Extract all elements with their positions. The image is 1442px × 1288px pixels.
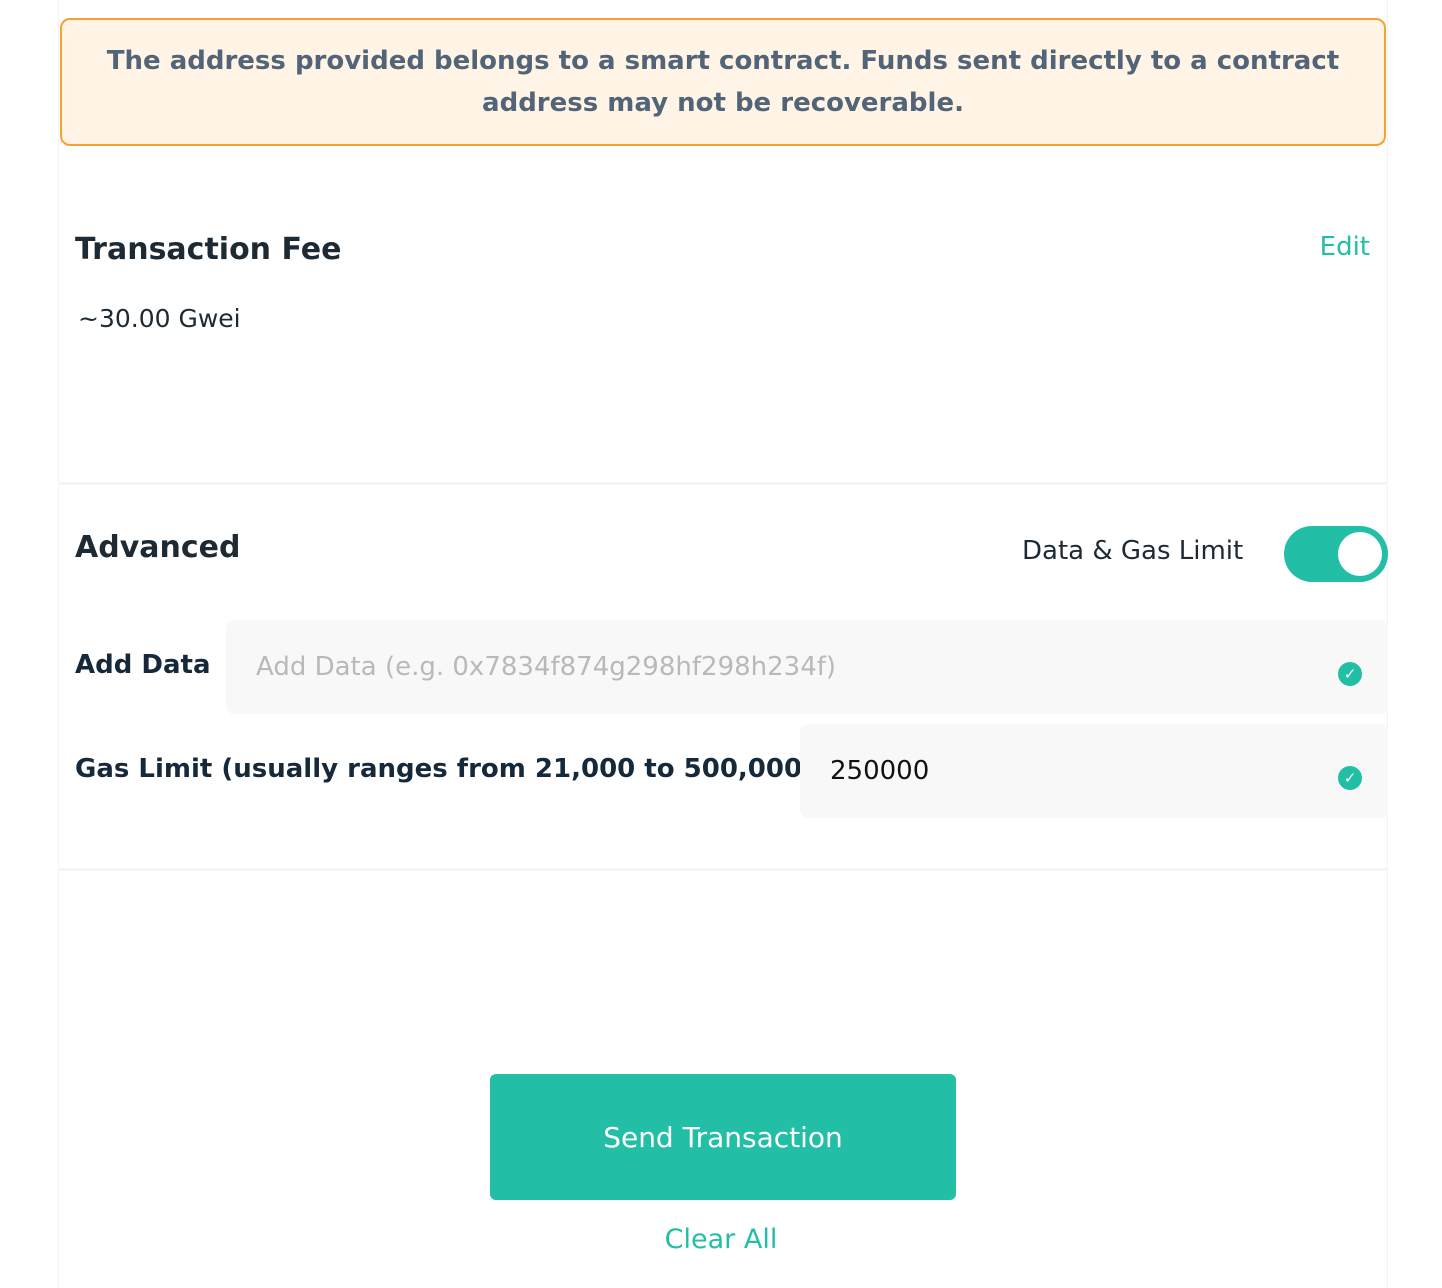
gas-limit-value: 250000: [830, 756, 930, 786]
send-transaction-button[interactable]: Send Transaction: [490, 1074, 956, 1200]
gas-limit-label: Gas Limit (usually ranges from 21,000 to…: [75, 754, 814, 784]
add-data-input[interactable]: Add Data (e.g. 0x7834f874g298hf298h234f)…: [226, 620, 1388, 714]
add-data-placeholder: Add Data (e.g. 0x7834f874g298hf298h234f): [256, 652, 837, 682]
divider: [58, 868, 1388, 871]
advanced-heading: Advanced: [75, 530, 241, 565]
divider: [58, 482, 1388, 485]
warning-text: The address provided belongs to a smart …: [106, 46, 1340, 118]
edit-fee-link[interactable]: Edit: [1320, 232, 1370, 262]
check-circle-icon: ✓: [1338, 662, 1362, 686]
toggle-knob: [1338, 532, 1382, 576]
contract-warning-banner: The address provided belongs to a smart …: [60, 18, 1386, 146]
add-data-label: Add Data: [75, 650, 211, 680]
fee-value: ~30.00 Gwei: [78, 304, 241, 333]
check-circle-icon: ✓: [1338, 766, 1362, 790]
toggle-label: Data & Gas Limit: [1022, 536, 1244, 566]
data-gas-limit-toggle[interactable]: [1284, 526, 1388, 582]
gas-limit-input[interactable]: 250000 ✓: [800, 724, 1388, 818]
transaction-fee-heading: Transaction Fee: [75, 232, 342, 267]
clear-all-link[interactable]: Clear All: [0, 1224, 1442, 1255]
